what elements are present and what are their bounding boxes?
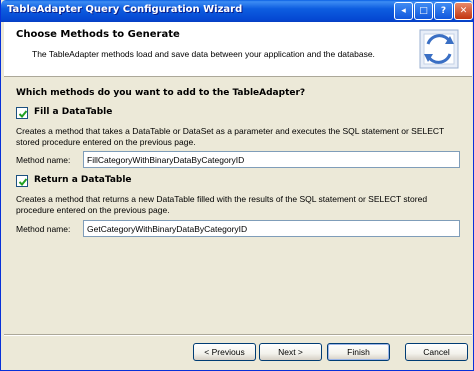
fill-datatable-description: Creates a method that takes a DataTable … (16, 126, 445, 147)
previous-button[interactable]: < Previous (193, 343, 256, 361)
fill-method-name-label: Method name: (16, 155, 71, 165)
fill-method-name-input[interactable]: FillCategoryWithBinaryDataByCategoryID (83, 151, 460, 168)
return-datatable-label: Return a DataTable (34, 175, 132, 185)
title-bar[interactable]: TableAdapter Query Configuration Wizard … (1, 0, 473, 22)
maximize-button[interactable]: □ (414, 2, 433, 20)
page-description: The TableAdapter methods load and save d… (32, 49, 375, 59)
cancel-button[interactable]: Cancel (405, 343, 468, 361)
page-title: Choose Methods to Generate (16, 29, 180, 40)
methods-question: Which methods do you want to add to the … (16, 88, 306, 98)
window-title: TableAdapter Query Configuration Wizard (7, 4, 243, 15)
return-method-name-label: Method name: (16, 224, 71, 234)
next-button[interactable]: Next > (259, 343, 322, 361)
checkmark-icon (18, 110, 28, 118)
return-datatable-option[interactable]: Return a DataTable (16, 175, 146, 189)
footer-divider (4, 334, 472, 336)
fill-datatable-option[interactable]: Fill a DataTable (16, 107, 136, 121)
wizard-window: TableAdapter Query Configuration Wizard … (0, 0, 474, 371)
help-button[interactable]: ? (434, 2, 453, 20)
wizard-header: Choose Methods to Generate The TableAdap… (4, 22, 472, 77)
checkmark-icon (18, 178, 28, 186)
return-method-name-input[interactable]: GetCategoryWithBinaryDataByCategoryID (83, 220, 460, 237)
return-datatable-checkbox[interactable] (16, 175, 28, 187)
return-datatable-description: Creates a method that returns a new Data… (16, 194, 428, 215)
back-icon[interactable]: ◂ (394, 2, 413, 20)
fill-datatable-checkbox[interactable] (16, 107, 28, 119)
finish-button[interactable]: Finish (327, 343, 390, 361)
close-button[interactable]: ✕ (454, 2, 473, 20)
fill-datatable-label: Fill a DataTable (34, 107, 113, 117)
table-adapter-refresh-icon (414, 24, 464, 74)
